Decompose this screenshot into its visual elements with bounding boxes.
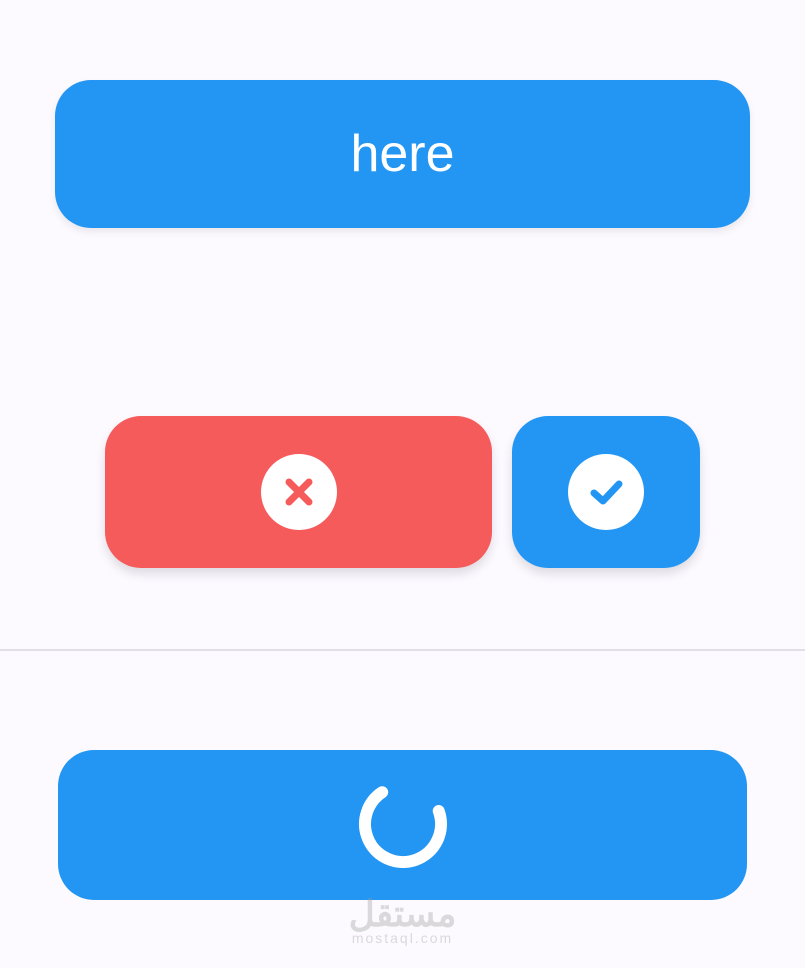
watermark: مستقل mostaql.com	[349, 896, 457, 946]
spinner-icon	[353, 774, 453, 877]
action-row	[55, 416, 750, 568]
here-button-label: here	[350, 124, 454, 184]
top-section: here	[0, 0, 805, 568]
cancel-button[interactable]	[105, 416, 492, 568]
watermark-brand: مستقل	[349, 896, 457, 932]
divider	[0, 649, 805, 651]
here-button[interactable]: here	[55, 80, 750, 228]
watermark-domain: mostaql.com	[349, 930, 457, 946]
bottom-section	[0, 750, 805, 900]
confirm-button[interactable]	[512, 416, 700, 568]
x-icon	[261, 454, 337, 530]
loading-button[interactable]	[58, 750, 747, 900]
check-icon	[568, 454, 644, 530]
